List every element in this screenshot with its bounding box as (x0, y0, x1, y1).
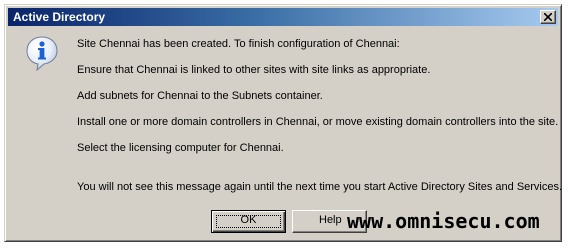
message-line-2: Ensure that Chennai is linked to other s… (77, 64, 431, 76)
message-line-4: Install one or more domain controllers i… (77, 116, 559, 128)
message-line-1: Site Chennai has been created. To finish… (77, 38, 400, 50)
info-icon (25, 35, 59, 72)
dialog-window: Active Directory Site Chennai has been c… (4, 4, 562, 242)
focus-rect (216, 215, 281, 228)
watermark: www.omnisecu.com (347, 209, 540, 233)
window-title: Active Directory (13, 10, 106, 24)
message-line-5: Select the licensing computer for Chenna… (77, 142, 284, 154)
close-icon (544, 13, 552, 21)
ok-button[interactable]: OK (211, 210, 286, 233)
message-line-3: Add subnets for Chennai to the Subnets c… (77, 90, 323, 102)
title-bar[interactable]: Active Directory (8, 8, 558, 26)
help-button-label: Help (319, 214, 342, 226)
message-line-6: You will not see this message again unti… (77, 181, 563, 193)
close-button[interactable] (540, 10, 556, 24)
